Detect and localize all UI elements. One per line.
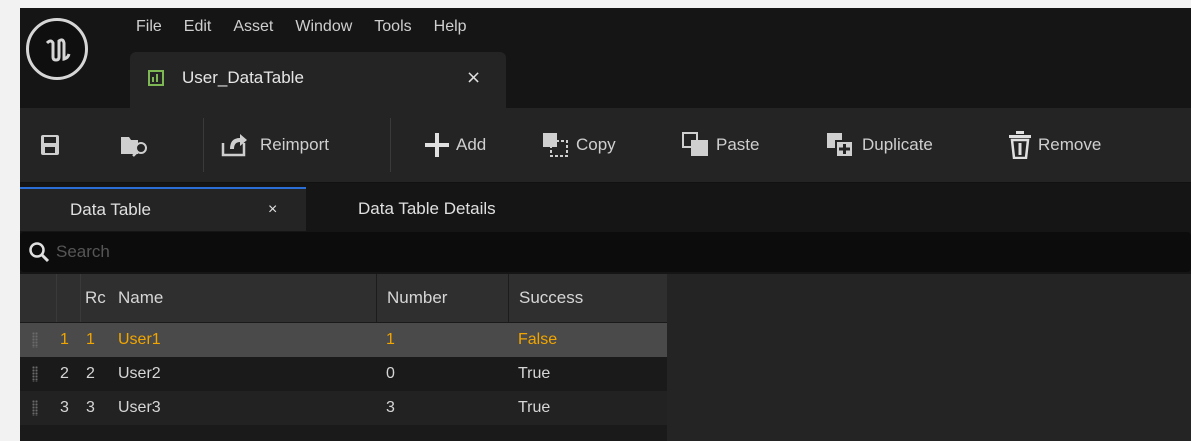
table-row[interactable]: 2 2 User2 0 True	[20, 357, 667, 391]
empty-panel-area	[667, 274, 1191, 441]
tab-data-table[interactable]: Data Table ×	[20, 187, 306, 231]
save-button[interactable]	[40, 128, 60, 162]
remove-button[interactable]: Remove	[1008, 128, 1101, 162]
paste-label: Paste	[716, 135, 760, 154]
menu-window[interactable]: Window	[295, 18, 374, 36]
row-success: False	[518, 331, 558, 348]
data-table-icon	[148, 70, 164, 86]
menu-tools[interactable]: Tools	[374, 18, 433, 36]
panel-tabs: Data Table × Data Table Details	[20, 183, 1191, 231]
document-tab-label: User_DataTable	[182, 68, 304, 87]
paste-button[interactable]: Paste	[682, 128, 759, 162]
menu-bar: File Edit Asset Window Tools Help	[132, 18, 489, 36]
table-row[interactable]: 1 1 User1 1 False	[20, 323, 667, 357]
row-drag-handle[interactable]	[32, 400, 38, 416]
row-name: User1	[118, 331, 161, 348]
row-success: True	[518, 365, 551, 382]
duplicate-label: Duplicate	[862, 135, 933, 154]
search-input[interactable]: Search	[56, 242, 110, 262]
reimport-icon	[221, 134, 247, 157]
copy-label: Copy	[576, 135, 616, 154]
add-label: Add	[456, 135, 487, 154]
tab-data-table-label: Data Table	[70, 200, 151, 219]
header-name[interactable]: Name	[112, 274, 376, 322]
document-tab[interactable]: User_DataTable ×	[130, 52, 506, 108]
toolbar-separator	[203, 118, 204, 172]
table-header: Rc Name Number Success	[20, 274, 667, 322]
browse-button[interactable]	[120, 128, 150, 162]
remove-label: Remove	[1038, 135, 1102, 154]
tab-close-icon[interactable]: ×	[268, 201, 277, 219]
row-name: User2	[118, 365, 161, 382]
folder-search-icon	[121, 137, 147, 157]
trash-icon	[1009, 131, 1031, 159]
reimport-button[interactable]: Reimport	[220, 128, 329, 162]
document-tab-close-icon[interactable]: ×	[466, 67, 481, 88]
row-number: 0	[386, 365, 395, 382]
copy-icon	[543, 133, 568, 157]
editor-window: File Edit Asset Window Tools Help User_D…	[20, 8, 1191, 441]
header-success[interactable]: Success	[508, 274, 667, 322]
row-id: 2	[86, 365, 95, 382]
row-index: 3	[60, 399, 69, 416]
header-index-col	[56, 274, 80, 322]
row-name: User3	[118, 399, 161, 416]
add-button[interactable]: Add	[424, 128, 486, 162]
toolbar: Reimport Add Copy Paste Duplicate Remove	[20, 108, 1191, 183]
header-drag-col	[20, 274, 56, 322]
toolbar-separator	[390, 118, 391, 172]
save-icon	[41, 135, 59, 155]
reimport-label: Reimport	[260, 135, 329, 154]
row-id: 1	[86, 331, 95, 348]
row-number: 3	[386, 399, 395, 416]
paste-icon	[682, 132, 708, 156]
menu-help[interactable]: Help	[434, 18, 489, 36]
search-bar[interactable]: Search	[20, 232, 1191, 272]
duplicate-button[interactable]: Duplicate	[826, 128, 933, 162]
duplicate-icon	[827, 133, 854, 158]
table-row[interactable]: 3 3 User3 3 True	[20, 391, 667, 425]
menu-file[interactable]: File	[136, 18, 184, 36]
row-number: 1	[386, 331, 395, 348]
header-number[interactable]: Number	[376, 274, 508, 322]
row-drag-handle[interactable]	[32, 366, 38, 382]
row-drag-handle[interactable]	[32, 332, 38, 348]
tab-data-table-details[interactable]: Data Table Details	[358, 187, 578, 231]
menu-edit[interactable]: Edit	[184, 18, 234, 36]
row-success: True	[518, 399, 551, 416]
copy-button[interactable]: Copy	[542, 128, 616, 162]
plus-icon	[425, 133, 449, 157]
data-table-grid: Rc Name Number Success 1 1 User1 1 False…	[20, 274, 667, 441]
unreal-logo-icon[interactable]	[26, 18, 88, 80]
tab-data-table-details-label: Data Table Details	[358, 199, 496, 218]
search-icon	[29, 242, 50, 263]
menu-asset[interactable]: Asset	[233, 18, 295, 36]
row-index: 1	[60, 331, 69, 348]
row-id: 3	[86, 399, 95, 416]
row-index: 2	[60, 365, 69, 382]
title-bar: File Edit Asset Window Tools Help User_D…	[20, 8, 1191, 108]
